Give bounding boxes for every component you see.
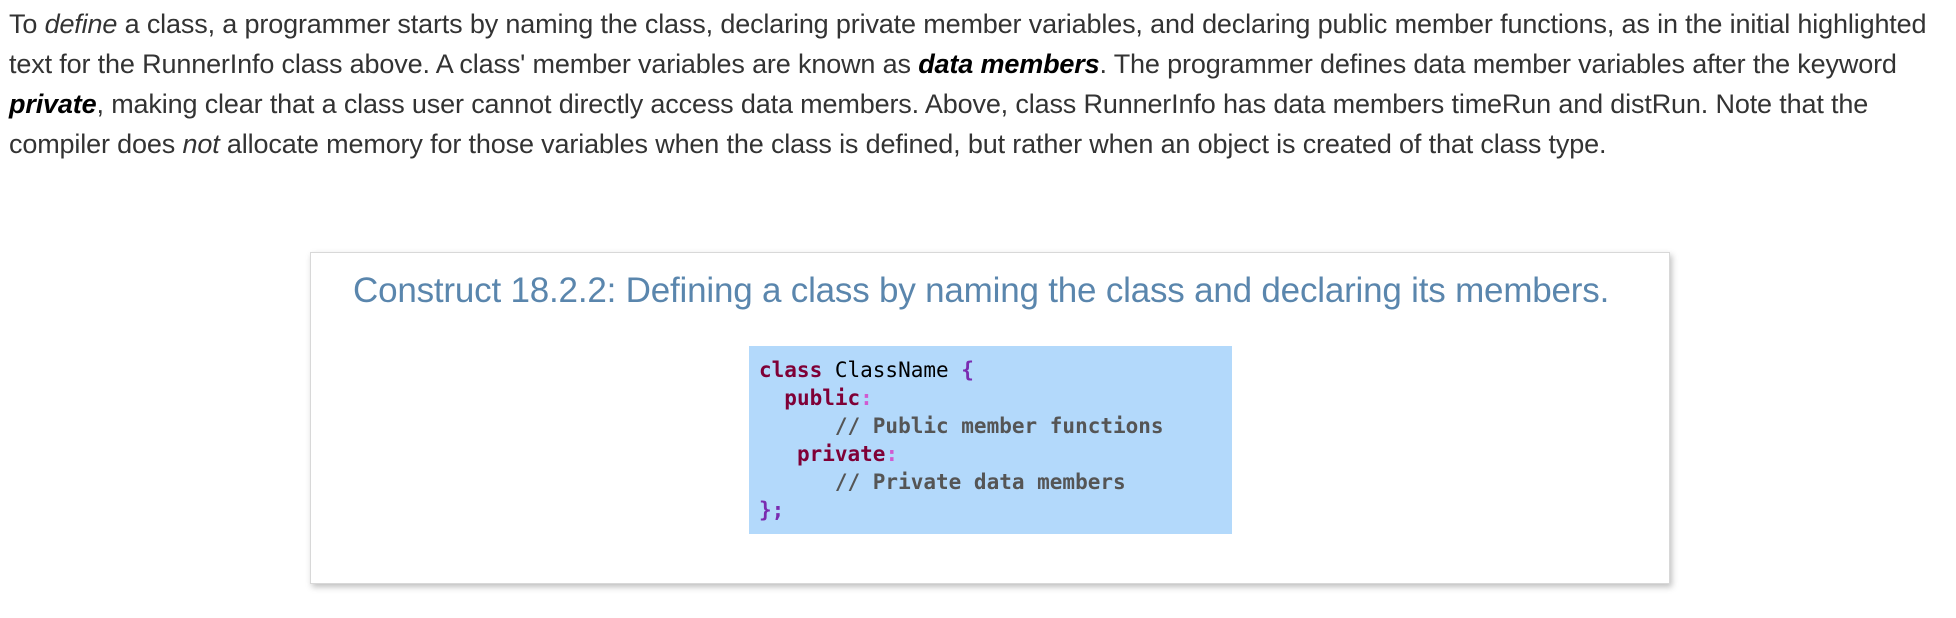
- code-block: class ClassName { public: // Public memb…: [749, 346, 1232, 534]
- private-colon: :: [885, 442, 899, 466]
- code-line-end: };: [759, 496, 1232, 524]
- class-name: ClassName: [822, 358, 962, 382]
- intro-paragraph: To define a class, a programmer starts b…: [9, 4, 1949, 164]
- public-indent: [759, 386, 784, 410]
- private-term: private: [9, 89, 97, 119]
- open-brace: {: [961, 358, 974, 382]
- close-brace: };: [759, 498, 785, 522]
- code-line-public: public:: [759, 384, 1232, 412]
- not-term: not: [182, 129, 220, 159]
- intro-text-1: To: [9, 9, 45, 39]
- construct-box: Construct 18.2.2: Defining a class by na…: [310, 252, 1670, 584]
- data-members-term: data members: [918, 49, 1100, 79]
- public-colon: :: [860, 386, 873, 410]
- intro-text-5: allocate memory for those variables when…: [219, 129, 1607, 159]
- code-line-public-comment: // Public member functions: [759, 412, 1232, 440]
- code-line-private: private:: [759, 440, 1232, 468]
- private-indent: [759, 442, 797, 466]
- code-line-class: class ClassName {: [759, 356, 1232, 384]
- private-keyword: private: [796, 442, 886, 466]
- define-term: define: [44, 9, 118, 39]
- intro-text-3: . The programmer defines data member var…: [1099, 49, 1897, 79]
- private-comment: // Private data members: [759, 470, 1126, 494]
- code-line-private-comment: // Private data members: [759, 468, 1232, 496]
- public-comment: // Public member functions: [759, 414, 1164, 438]
- public-keyword: public: [784, 386, 861, 410]
- class-keyword: class: [759, 358, 823, 382]
- construct-title: Construct 18.2.2: Defining a class by na…: [353, 271, 1610, 310]
